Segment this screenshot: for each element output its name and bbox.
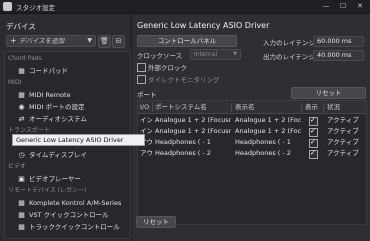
selected-device-item[interactable]: Generic Low Latency ASIO Driver: [12, 134, 145, 146]
col-visible[interactable]: 表示: [303, 103, 324, 112]
external-clock-label: 外部クロック: [148, 64, 187, 72]
minimize-button[interactable]: —: [318, 1, 334, 12]
title-bar: スタジオ設定 — ☐ ✕: [0, 0, 370, 14]
chord-pads-icon: ▦: [18, 67, 25, 75]
tree-item[interactable]: ▦ VST クイックコントロール: [5, 210, 130, 220]
collapse-button[interactable]: ⊟: [112, 35, 125, 48]
driver-settings-panel: Generic Low Latency ASIO Driver コントロールパネ…: [131, 14, 370, 241]
cell-status: アクティブ: [327, 127, 359, 135]
clock-source-label: クロックソース: [137, 52, 183, 60]
collapse-icon: ⊟: [115, 37, 122, 45]
devices-title: デバイス: [6, 22, 36, 31]
add-device-label: デバイスを追加: [19, 37, 65, 45]
external-clock-checkbox[interactable]: [137, 63, 146, 72]
tree-item-label: MIDI Remote: [29, 91, 71, 99]
tree-item-label: ビデオプレーヤー: [29, 175, 81, 183]
komplete-icon: ▦: [18, 199, 25, 207]
cell-io: アウト: [140, 149, 152, 157]
video-player-icon: ▣: [18, 175, 25, 183]
input-latency-value: 60.000 ms: [313, 36, 364, 47]
midi-port-icon: ◉: [18, 103, 25, 111]
cell-system-name: Analogue 1 + 2 (Focusrite US 1: [155, 116, 231, 124]
plus-icon: +: [10, 36, 17, 45]
window-title: スタジオ設定: [16, 4, 55, 12]
tree-item-label: トラッククイックコントロール: [29, 223, 120, 231]
cell-display-name: Analogue 1 + 2 (Focusrite: [235, 127, 301, 135]
col-io[interactable]: I/O: [138, 103, 153, 112]
time-display-icon: ◷: [18, 151, 25, 159]
cell-display-name: Headphones ( - 2: [235, 149, 291, 157]
table-row[interactable]: インAnalogue 1 + 2 (Focusrite US 2Analogue…: [138, 126, 366, 137]
tree-item[interactable]: ◉ MIDI ポートの設定: [5, 102, 130, 112]
trash-icon: 🗑: [100, 37, 109, 45]
cell-display-name: Headphones ( - 1: [235, 138, 291, 146]
col-status[interactable]: 状況: [325, 103, 363, 112]
trash-button[interactable]: 🗑: [98, 35, 111, 48]
control-panel-button[interactable]: コントロールパネル: [137, 35, 237, 47]
clock-source-select[interactable]: Internal ▼: [190, 49, 241, 60]
tree-item-label: コードパッド: [29, 67, 68, 75]
tree-item-label: VST クイックコントロール: [29, 211, 109, 219]
add-device-dropdown[interactable]: + デバイスを追加 ▼: [6, 35, 96, 47]
tree-item[interactable]: ▦ MIDI Remote: [5, 90, 130, 100]
visible-checkbox[interactable]: [309, 116, 318, 126]
table-row[interactable]: インAnalogue 1 + 2 (Focusrite US 1 Analogue…: [138, 115, 366, 126]
table-row[interactable]: アウトHeadphones ( - 2Headphones ( - 2アクティブ: [138, 148, 366, 159]
cell-system-name: Analogue 1 + 2 (Focusrite US 2: [155, 127, 231, 135]
visible-checkbox[interactable]: [309, 149, 318, 159]
midi-remote-icon: ▦: [18, 91, 25, 99]
cell-system-name: Headphones ( - 2: [155, 149, 211, 157]
tree-category: ビデオ: [8, 163, 27, 170]
tree-category: MIDI: [8, 79, 22, 86]
output-latency-value: 40.000 ms: [313, 50, 364, 61]
app-icon: [3, 2, 12, 11]
ports-table: I/O ポートシステム名 表示名 表示 状況 イン Analogue 1 + 2 …: [137, 100, 367, 225]
tree-item[interactable]: ▦ Komplete Kontrol A/M-Series: [5, 198, 130, 208]
visible-checkbox[interactable]: [309, 138, 318, 148]
col-display-name[interactable]: 表示名: [233, 103, 302, 112]
cell-io: イン: [140, 116, 152, 124]
cell-status: アクティブ: [327, 116, 359, 124]
tree-item[interactable]: ▦ コードパッド: [5, 66, 130, 76]
tree-item[interactable]: ⇄ オーディオシステム: [5, 114, 130, 124]
audio-system-icon: ⇄: [18, 115, 25, 123]
tree-category: リモートデバイス (レガシー): [8, 187, 87, 194]
col-system-name[interactable]: ポートシステム名: [153, 103, 232, 112]
reset-button[interactable]: リセット: [136, 216, 176, 228]
maximize-button[interactable]: ☐: [335, 1, 351, 12]
cell-status: アクティブ: [327, 149, 359, 157]
reset-ports-button[interactable]: リセット: [291, 87, 366, 99]
tree-item-label: オーディオシステム: [29, 115, 87, 123]
tree-item[interactable]: ▦ トラッククイックコントロール: [5, 222, 130, 232]
tree-item-label: Komplete Kontrol A/M-Series: [29, 199, 122, 207]
table-row[interactable]: アウトHeadphones ( - 1Headphones ( - 1アクティブ: [138, 137, 366, 148]
tree-category: Chord Pads: [8, 55, 42, 62]
direct-monitoring-checkbox[interactable]: [137, 75, 146, 84]
tree-item[interactable]: ▣ ビデオプレーヤー: [5, 174, 130, 184]
close-button[interactable]: ✕: [352, 1, 368, 12]
clock-source-value: Internal: [194, 51, 218, 58]
visible-checkbox[interactable]: [309, 127, 318, 137]
track-quick-icon: ▦: [18, 223, 25, 231]
tree-item[interactable]: ◷ タイムディスプレイ: [5, 150, 130, 160]
chevron-down-icon: ▼: [233, 51, 237, 57]
chevron-down-icon: ▼: [87, 37, 92, 44]
tree-item-label: タイムディスプレイ: [29, 151, 87, 159]
ports-title: ポート: [137, 91, 157, 99]
driver-title: Generic Low Latency ASIO Driver: [137, 21, 270, 30]
cell-display-name: Analogue 1 + 2 (Focusrite: [235, 116, 301, 124]
tree-item-label: MIDI ポートの設定: [29, 103, 85, 111]
cell-system-name: Headphones ( - 1: [155, 138, 211, 146]
cell-status: アクティブ: [327, 138, 359, 146]
devices-panel: デバイス + デバイスを追加 ▼ 🗑 ⊟ Chord Pads ▦ コードパッド MI…: [0, 14, 145, 241]
vst-quick-icon: ▦: [18, 211, 25, 219]
direct-monitoring-label: ダイレクトモニタリング: [148, 76, 220, 84]
